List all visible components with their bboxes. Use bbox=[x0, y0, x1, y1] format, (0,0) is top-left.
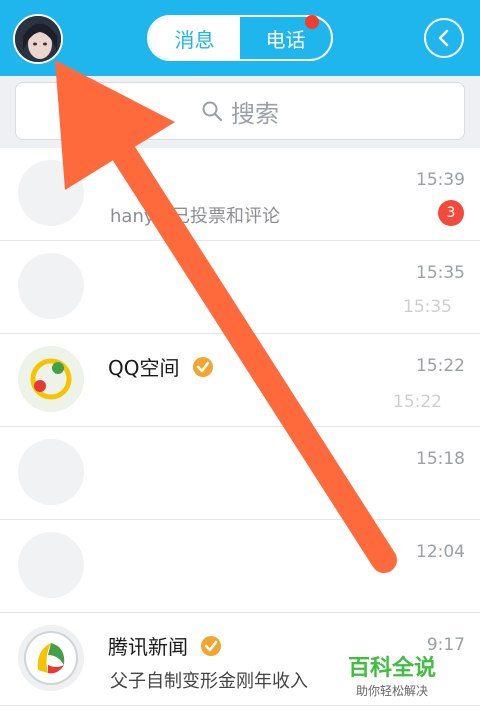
search-icon bbox=[202, 101, 223, 122]
chevron-left-icon bbox=[438, 29, 449, 47]
verified-icon bbox=[192, 357, 213, 377]
conversation-title: 腾讯新闻 bbox=[108, 631, 222, 660]
watermark-title: 百科全说 bbox=[348, 656, 437, 681]
top-bar: 消息 电话 bbox=[0, 0, 480, 76]
conversation-time: 15:35 bbox=[416, 263, 465, 283]
back-button[interactable] bbox=[424, 18, 464, 58]
conversation-time-secondary: 15:35 bbox=[403, 297, 452, 317]
conversation-time: 12:04 bbox=[416, 542, 465, 562]
conversation-preview: hanyu:已投票和评论 bbox=[110, 206, 280, 227]
conversation-row[interactable]: 12:04 bbox=[0, 520, 480, 613]
conversation-list: hanyu:已投票和评论 15:39 3 15:35 15:35 QQ空间 15… bbox=[0, 148, 480, 706]
conversation-title: QQ空间 bbox=[108, 352, 214, 381]
user-avatar[interactable] bbox=[13, 14, 63, 64]
tab-messages[interactable]: 消息 bbox=[149, 17, 240, 59]
call-notification-dot bbox=[305, 15, 319, 29]
conversation-time: 15:39 bbox=[416, 170, 465, 190]
avatar bbox=[18, 253, 84, 319]
conversation-time: 15:18 bbox=[416, 449, 465, 469]
avatar bbox=[18, 160, 84, 226]
avatar bbox=[18, 346, 84, 412]
search-placeholder: 搜索 bbox=[231, 99, 279, 128]
conversation-row[interactable]: 15:18 bbox=[0, 427, 480, 520]
conversation-row[interactable]: QQ空间 15:22 15:22 bbox=[0, 334, 480, 427]
unread-badge: 3 bbox=[438, 200, 464, 226]
conversation-title-text: 腾讯新闻 bbox=[108, 635, 188, 659]
verified-icon bbox=[201, 636, 222, 656]
conversation-row[interactable]: hanyu:已投票和评论 15:39 3 bbox=[0, 148, 480, 241]
avatar bbox=[18, 532, 84, 598]
conversation-preview: 父子自制变形金刚年收入 bbox=[110, 671, 308, 692]
conversation-time-secondary: 15:22 bbox=[393, 392, 442, 412]
search-area: 搜索 bbox=[0, 76, 480, 148]
conversation-title-text: QQ空间 bbox=[108, 356, 180, 380]
watermark-subtitle: 助你轻松解决 bbox=[356, 684, 429, 698]
conversation-row[interactable]: 15:35 15:35 bbox=[0, 241, 480, 334]
avatar bbox=[18, 439, 84, 505]
avatar bbox=[18, 625, 84, 691]
search-input[interactable]: 搜索 bbox=[15, 82, 465, 140]
conversation-time: 15:22 bbox=[416, 356, 465, 376]
watermark: 百科全说 助你轻松解决 bbox=[348, 650, 436, 699]
